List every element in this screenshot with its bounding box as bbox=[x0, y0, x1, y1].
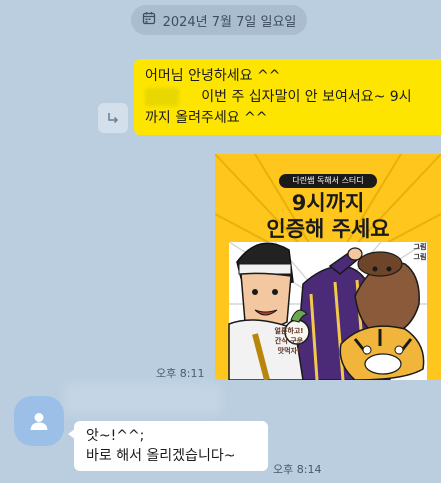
person-icon bbox=[30, 413, 48, 430]
poster-note: 얼른하고! 간식 구운 맛먹자! bbox=[274, 327, 304, 355]
avatar[interactable] bbox=[14, 396, 64, 446]
share-icon bbox=[108, 113, 119, 124]
share-button[interactable] bbox=[98, 103, 128, 133]
calendar-icon bbox=[142, 11, 156, 29]
date-label: 2024년 7월 7일 일요일 bbox=[162, 14, 297, 30]
message-time: 오후 8:11 bbox=[156, 367, 205, 380]
message-line: 바로 해서 올리겠습니다~ bbox=[86, 448, 236, 464]
message-line: 이번 주 십자말이 안 보여서요~ 9시 bbox=[201, 89, 412, 105]
poster-note: 그림 그림 bbox=[413, 243, 427, 261]
sender-name-redacted bbox=[64, 383, 222, 415]
outgoing-image-message[interactable]: 다린쌤 독해서 스터디 9시까지 인증해 주세요 그림 그림 얼른하고! 간식 … bbox=[215, 154, 441, 380]
date-divider: 2024년 7월 7일 일요일 bbox=[131, 5, 307, 35]
chat-room: 2024년 7월 7일 일요일 어머님 안녕하세요 ^^ 이번 주 십자말이 안… bbox=[0, 0, 441, 483]
poster-title-line: 인증해 주세요 bbox=[266, 217, 390, 241]
redacted-name bbox=[145, 88, 179, 106]
incoming-message-bubble[interactable]: 앗~!^^; 바로 해서 올리겠습니다~ bbox=[68, 421, 268, 471]
message-line: 까지 올려주세요 ^^ bbox=[145, 110, 268, 126]
message-line: 어머님 안녕하세요 ^^ bbox=[145, 68, 281, 84]
poster-title-line: 9시까지 bbox=[291, 191, 365, 215]
message-line: 앗~!^^; bbox=[86, 428, 145, 444]
outgoing-message-bubble[interactable]: 어머님 안녕하세요 ^^ 이번 주 십자말이 안 보여서요~ 9시 까지 올려주… bbox=[134, 59, 441, 135]
poster-badge: 다린쌤 독해서 스터디 bbox=[279, 174, 377, 188]
message-time: 오후 8:14 bbox=[273, 463, 322, 476]
poster-title: 9시까지 인증해 주세요 bbox=[215, 190, 441, 242]
